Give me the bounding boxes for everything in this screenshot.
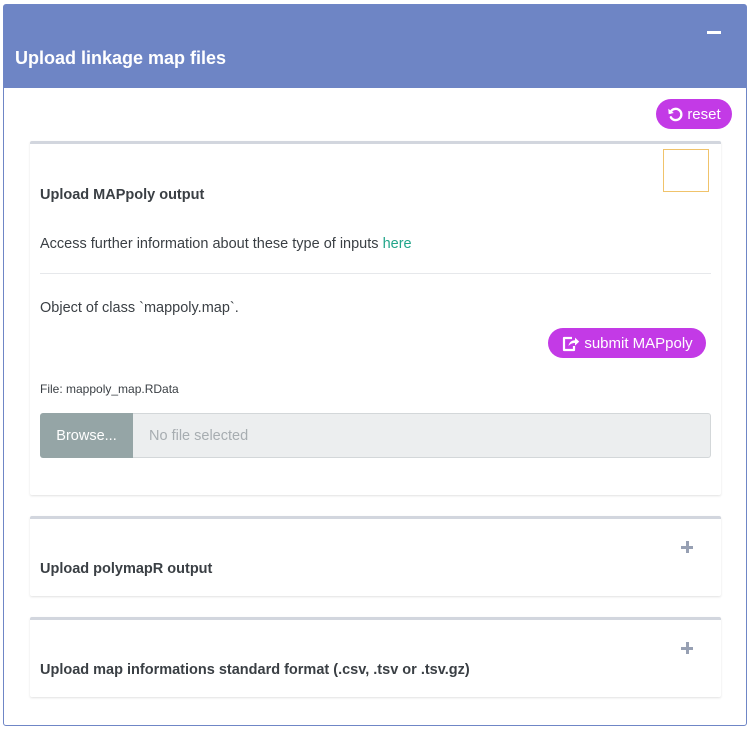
plus-icon[interactable] (681, 642, 693, 654)
mappoly-select-checkbox[interactable] (663, 149, 709, 192)
file-name-field[interactable]: No file selected (133, 413, 711, 458)
mappoly-upload-box: Upload MAPpoly output Access further inf… (30, 141, 721, 495)
reset-label: reset (687, 105, 721, 123)
panel-header: Upload linkage map files (4, 5, 746, 88)
file-input-label: File: mappoly_map.RData (40, 382, 179, 396)
undo-icon (668, 107, 683, 121)
submit-mappoly-label: submit MAPpoly (584, 334, 693, 352)
file-input: Browse... No file selected (40, 413, 711, 458)
reset-button[interactable]: reset (656, 99, 732, 129)
mappoly-box-title: Upload MAPpoly output (40, 187, 205, 203)
minus-icon[interactable] (707, 31, 721, 34)
submit-mappoly-button[interactable]: submit MAPpoly (548, 328, 706, 358)
browse-button[interactable]: Browse... (40, 413, 133, 458)
info-line: Access further information about these t… (40, 236, 412, 252)
panel-title: Upload linkage map files (15, 48, 227, 68)
standard-format-upload-box: Upload map informations standard format … (30, 617, 721, 697)
polymapr-box-title: Upload polymapR output (40, 561, 213, 577)
linkage-map-upload-panel: Upload linkage map files reset Upload MA… (3, 4, 747, 726)
polymapr-upload-box: Upload polymapR output (30, 516, 721, 596)
standard-format-box-title: Upload map informations standard format … (40, 662, 470, 678)
info-here-link[interactable]: here (383, 236, 412, 252)
info-text: Access further information about these t… (40, 236, 383, 252)
share-square-icon (563, 336, 580, 351)
plus-icon[interactable] (681, 541, 693, 553)
object-class-text: Object of class `mappoly.map`. (40, 300, 239, 316)
divider (40, 273, 711, 274)
